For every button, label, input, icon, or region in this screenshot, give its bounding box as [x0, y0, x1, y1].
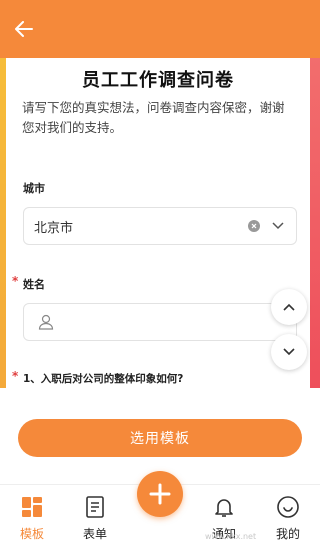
watermark: www.kkx.net: [205, 532, 257, 541]
scroll-down-button[interactable]: [271, 334, 307, 370]
template-icon: [22, 497, 42, 517]
tab-label: 模板: [19, 527, 44, 541]
survey-preview-card: 员工工作调查问卷 请写下您的真实想法，问卷调查内容保密，谢谢您对我们的支持。 城…: [6, 58, 310, 388]
tab-mine[interactable]: 我的: [263, 495, 313, 542]
back-button[interactable]: [10, 16, 38, 42]
user-icon: [38, 314, 54, 330]
name-label: 姓名: [23, 278, 45, 291]
tab-template[interactable]: 模板: [7, 495, 57, 542]
question-1: 1、入职后对公司的整体印象如何?: [23, 373, 184, 385]
tab-label: 我的: [275, 527, 300, 541]
city-label: 城市: [23, 182, 45, 195]
chevron-up-icon: [283, 303, 295, 311]
plus-icon: [149, 483, 171, 505]
name-input[interactable]: [23, 303, 297, 341]
required-mark: *: [12, 274, 19, 288]
chevron-down-icon: [283, 348, 295, 356]
add-button[interactable]: [137, 471, 183, 517]
survey-description: 请写下您的真实想法，问卷调查内容保密，谢谢您对我们的支持。: [22, 100, 285, 135]
arrow-left-icon: [15, 21, 33, 37]
bell-icon: [215, 499, 233, 517]
survey-title: 员工工作调查问卷: [82, 70, 234, 91]
use-template-button[interactable]: 选用模板: [18, 419, 302, 457]
tab-form[interactable]: 表单: [70, 495, 120, 542]
city-value: 北京市: [34, 220, 74, 236]
top-bar: [0, 0, 320, 58]
form-icon: [86, 496, 104, 518]
scroll-up-button[interactable]: [271, 289, 307, 325]
right-accent-strip: [310, 58, 320, 388]
required-mark: *: [12, 369, 19, 383]
profile-icon: [277, 496, 299, 518]
city-select[interactable]: 北京市: [23, 207, 297, 245]
chevron-down-icon[interactable]: [272, 219, 286, 233]
clear-icon[interactable]: [248, 220, 260, 232]
tab-label: 表单: [82, 527, 107, 541]
